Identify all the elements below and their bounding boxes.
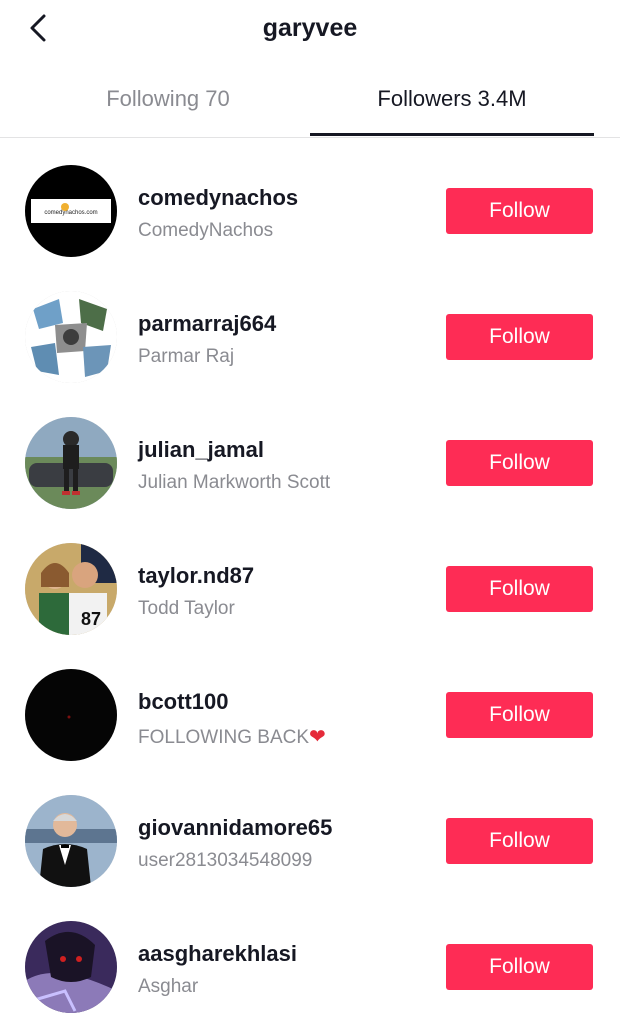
follow-button[interactable]: Follow [446,566,593,612]
username[interactable]: julian_jamal [138,437,264,463]
avatar[interactable]: 87 [25,543,117,635]
username[interactable]: aasgharekhlasi [138,941,297,967]
username[interactable]: comedynachos [138,185,298,211]
active-tab-indicator [310,133,594,136]
nickname: ComedyNachos [138,220,274,241]
tab-bar: Following 70 Followers 3.4M [0,72,620,138]
follow-button[interactable]: Follow [446,314,593,360]
follow-button[interactable]: Follow [446,440,593,486]
nickname: Asghar [138,976,199,997]
svg-text:comedynachos.com: comedynachos.com [44,210,97,216]
list-item[interactable]: bcott100 FOLLOWING BACK❤ Follow [0,644,620,770]
list-item[interactable]: aasgharekhlasi Asghar Follow [0,896,620,1022]
avatar[interactable]: comedynachos.com [25,165,117,257]
page-title: garyvee [262,14,358,42]
list-item[interactable]: julian_jamal Julian Markworth Scott Foll… [0,392,620,518]
tab-following[interactable]: Following 70 [26,86,310,138]
follow-button[interactable]: Follow [446,944,593,990]
header: garyvee [0,0,620,60]
avatar[interactable] [25,795,117,887]
avatar[interactable] [25,921,117,1013]
username[interactable]: taylor.nd87 [138,563,254,589]
username[interactable]: parmarraj664 [138,311,276,337]
follow-button[interactable]: Follow [446,818,593,864]
username[interactable]: giovannidamore65 [138,815,332,841]
nickname: Julian Markworth Scott [138,472,331,493]
nickname: FOLLOWING BACK❤ [138,726,326,748]
follow-button[interactable]: Follow [446,692,593,738]
nickname: Parmar Raj [138,346,235,367]
list-item[interactable]: comedynachos.com comedynachos ComedyNach… [0,140,620,266]
tab-followers[interactable]: Followers 3.4M [310,86,594,138]
svg-text:87: 87 [81,609,101,629]
nickname: Todd Taylor [138,598,235,619]
nickname: user2813034548099 [138,850,313,871]
follow-button[interactable]: Follow [446,188,593,234]
avatar[interactable] [25,669,117,761]
avatar[interactable] [25,417,117,509]
list-item[interactable]: 87 taylor.nd87 Todd Taylor Follow [0,518,620,644]
heart-icon: ❤ [309,726,326,748]
avatar[interactable] [25,291,117,383]
list-item[interactable]: giovannidamore65 user2813034548099 Follo… [0,770,620,896]
username[interactable]: bcott100 [138,689,228,715]
list-item[interactable]: parmarraj664 Parmar Raj Follow [0,266,620,392]
